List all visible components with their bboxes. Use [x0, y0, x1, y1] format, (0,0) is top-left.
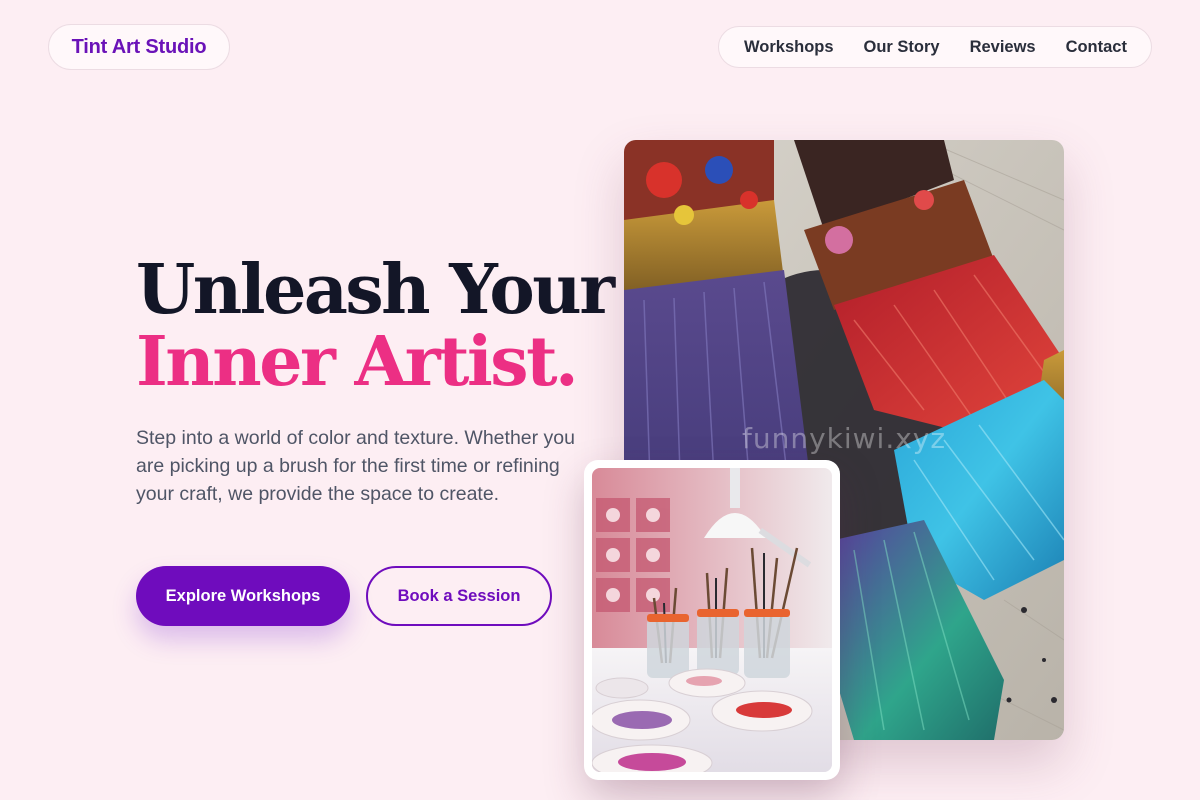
- brush-jars-illustration: [592, 468, 832, 772]
- inset-photo-card: [584, 460, 840, 780]
- nav-contact[interactable]: Contact: [1066, 38, 1127, 57]
- hero-headline: Unleash Your Inner Artist.: [136, 250, 615, 402]
- image-watermark: funnykiwi.xyz: [742, 422, 947, 455]
- explore-workshops-button[interactable]: Explore Workshops: [136, 566, 350, 626]
- brand-logo[interactable]: Tint Art Studio: [48, 24, 230, 70]
- headline-line-1: Unleash Your: [136, 250, 615, 330]
- headline-line-2: Inner Artist.: [136, 322, 579, 402]
- nav-our-story[interactable]: Our Story: [864, 38, 940, 57]
- nav-workshops[interactable]: Workshops: [744, 38, 834, 57]
- book-session-button[interactable]: Book a Session: [366, 566, 552, 626]
- nav-reviews[interactable]: Reviews: [970, 38, 1036, 57]
- main-nav: Workshops Our Story Reviews Contact: [718, 26, 1152, 68]
- hero-description: Step into a world of color and texture. …: [136, 427, 575, 505]
- studio-jars-image: [592, 468, 832, 772]
